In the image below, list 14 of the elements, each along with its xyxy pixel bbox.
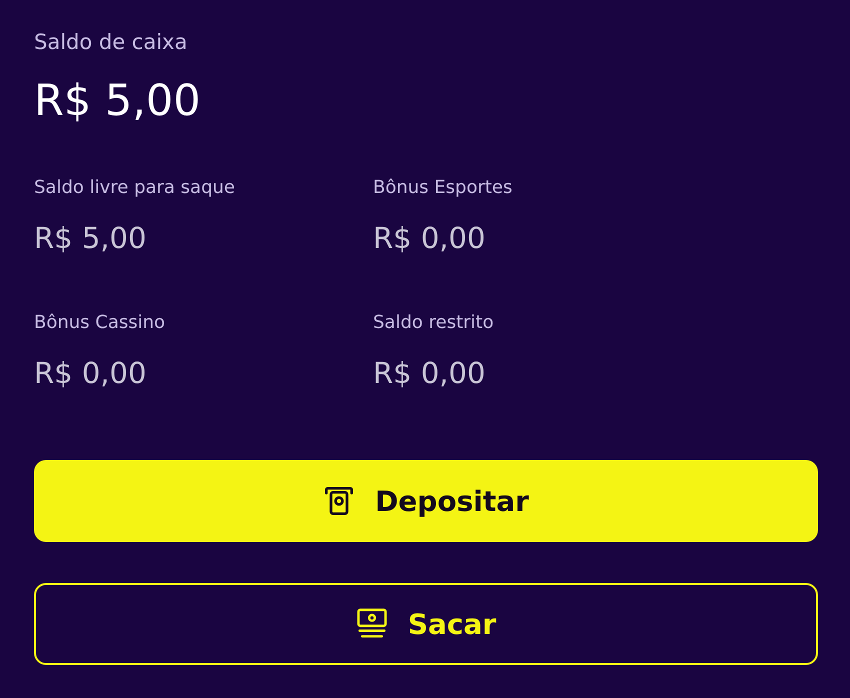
balance-type-amount: R$ 0,00 (373, 355, 486, 391)
deposit-button[interactable]: Depositar (34, 460, 818, 542)
balance-type-label: Saldo livre para saque (34, 176, 235, 200)
balance-amount: R$ 5,00 (34, 76, 201, 126)
atm-slot-icon (323, 485, 356, 517)
balance-type-amount: R$ 0,00 (34, 355, 146, 391)
balance-type-amount: R$ 0,00 (373, 220, 486, 256)
balance-type-label: Saldo restrito (373, 311, 494, 335)
withdraw-button[interactable]: Sacar (34, 583, 818, 665)
balance-type-amount: R$ 5,00 (34, 220, 146, 256)
cash-screen-icon (356, 608, 388, 640)
balance-type-label: Bônus Cassino (34, 311, 166, 335)
balance-type-label: Bônus Esportes (373, 176, 512, 200)
balance-label: Saldo de caixa (34, 29, 188, 56)
